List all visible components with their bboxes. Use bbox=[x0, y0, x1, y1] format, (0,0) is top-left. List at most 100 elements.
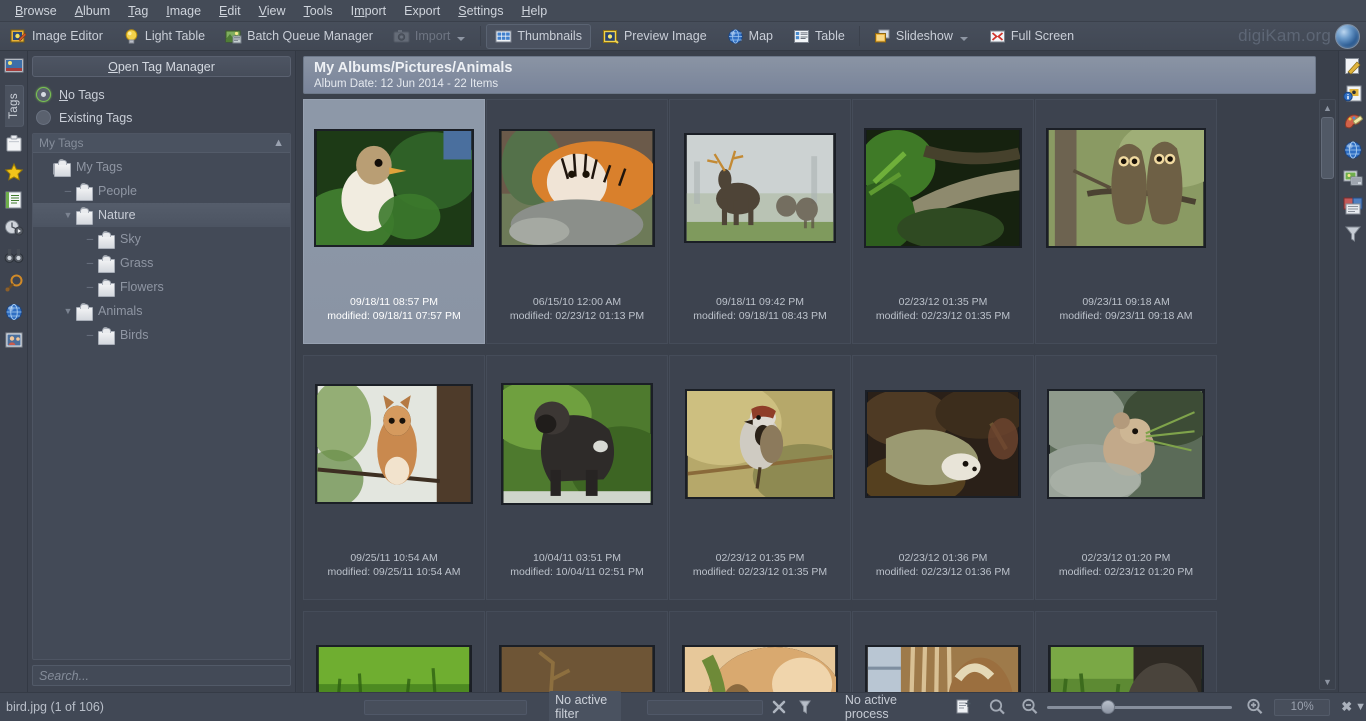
thumbnail-item[interactable]: 02/23/12 01:36 PM modified: 02/23/12 01:… bbox=[852, 355, 1034, 600]
zoom-slider[interactable] bbox=[1047, 699, 1233, 715]
zoom-100-icon[interactable] bbox=[987, 697, 1007, 717]
scroll-down-arrow-icon[interactable]: ▼ bbox=[1320, 674, 1335, 689]
chevron-down-icon[interactable] bbox=[457, 35, 466, 44]
tag-tree-header[interactable]: My Tags ▲ bbox=[33, 134, 290, 153]
toolbar-light-table[interactable]: Light Table bbox=[114, 24, 214, 49]
thumbnail-item[interactable]: 02/23/12 01:20 PM modified: 02/23/12 01:… bbox=[1035, 355, 1217, 600]
menu-item-settings[interactable]: Settings bbox=[449, 2, 512, 20]
menu-item-import[interactable]: Import bbox=[342, 2, 395, 20]
zoom-reset-x-icon[interactable]: ✖ bbox=[1341, 699, 1352, 715]
map-search-globe-icon[interactable] bbox=[3, 301, 25, 323]
toolbar-slideshow[interactable]: Slideshow bbox=[865, 24, 978, 49]
searches-binoculars-icon[interactable] bbox=[3, 245, 25, 267]
tag-tree-item[interactable]: My Tags bbox=[33, 155, 290, 179]
chevron-up-icon[interactable]: ▲ bbox=[273, 137, 284, 149]
captions-tags-icon[interactable] bbox=[1342, 167, 1364, 189]
tag-search-input[interactable]: Search... bbox=[32, 665, 291, 686]
thumbnail-item[interactable] bbox=[303, 611, 485, 692]
menu-item-image[interactable]: Image bbox=[157, 2, 210, 20]
tag-tree-item[interactable]: ─ People bbox=[33, 179, 290, 203]
fuzzy-search-icon[interactable] bbox=[3, 273, 25, 295]
toolbar-full-screen[interactable]: Full Screen bbox=[980, 24, 1083, 49]
x-clear-icon[interactable] bbox=[769, 697, 789, 717]
menu-item-edit[interactable]: Edit bbox=[210, 2, 250, 20]
tree-twisty-icon[interactable]: ▼ bbox=[61, 306, 75, 316]
tree-twisty-icon[interactable]: ▼ bbox=[61, 210, 75, 220]
thumbnail-item[interactable] bbox=[486, 611, 668, 692]
timeline-icon[interactable] bbox=[3, 217, 25, 239]
toolbar-map[interactable]: Map bbox=[718, 24, 782, 49]
thumbnail-item[interactable]: 09/18/11 08:57 PM modified: 09/18/11 07:… bbox=[303, 99, 485, 344]
tag-tree-item[interactable]: ─ Birds bbox=[33, 323, 290, 347]
tree-twisty-icon[interactable]: ─ bbox=[61, 186, 75, 196]
menu-item-view[interactable]: View bbox=[250, 2, 295, 20]
fit-to-window-icon[interactable] bbox=[954, 697, 974, 717]
thumbnail-item[interactable] bbox=[669, 611, 851, 692]
sidebar-tab-tags-label[interactable]: Tags bbox=[5, 85, 24, 127]
right-sidebar-strip bbox=[1338, 51, 1366, 692]
tag-tree-item[interactable]: ▼ Nature bbox=[33, 203, 290, 227]
funnel-icon[interactable] bbox=[795, 697, 815, 717]
toolbar-thumbnails[interactable]: Thumbnails bbox=[486, 23, 591, 49]
menu-item-tag[interactable]: Tag bbox=[119, 2, 157, 20]
thumbnail-item[interactable] bbox=[852, 611, 1034, 692]
icon-view-scrollbar[interactable]: ▲ ▼ bbox=[1319, 99, 1336, 690]
menu-item-tools[interactable]: Tools bbox=[294, 2, 341, 20]
filters-funnel-icon[interactable] bbox=[1342, 223, 1364, 245]
properties-pencil-icon[interactable] bbox=[1342, 55, 1364, 77]
thumbnail-item[interactable] bbox=[1035, 611, 1217, 692]
thumbnail-item[interactable]: 09/25/11 10:54 AM modified: 09/25/11 10:… bbox=[303, 355, 485, 600]
tree-twisty-icon[interactable]: ─ bbox=[83, 234, 97, 244]
tag-tree-item[interactable]: ─ Grass bbox=[33, 251, 290, 275]
people-icon[interactable] bbox=[3, 329, 25, 351]
zoom-level-field[interactable]: 10% bbox=[1274, 698, 1331, 716]
tree-twisty-icon[interactable]: ─ bbox=[83, 258, 97, 268]
tree-twisty-icon[interactable]: ─ bbox=[83, 330, 97, 340]
radio-row-no-tags[interactable]: No Tags bbox=[32, 83, 291, 106]
zoom-in-icon[interactable] bbox=[1245, 697, 1265, 717]
menu-item-album[interactable]: Album bbox=[66, 2, 119, 20]
thumbnail-icon-view[interactable]: 09/18/11 08:57 PM modified: 09/18/11 07:… bbox=[303, 99, 1316, 692]
open-tag-manager-button[interactable]: Open Tag Manager bbox=[32, 56, 291, 77]
albums-icon[interactable] bbox=[3, 55, 25, 77]
toolbar-preview-image[interactable]: Preview Image bbox=[593, 24, 716, 49]
thumbnail-item[interactable]: 10/04/11 03:51 PM modified: 10/04/11 02:… bbox=[486, 355, 668, 600]
scroll-up-arrow-icon[interactable]: ▲ bbox=[1320, 100, 1335, 115]
status-filter-field[interactable] bbox=[647, 699, 763, 715]
thumbnail-item[interactable]: 02/23/12 01:35 PM modified: 02/23/12 01:… bbox=[852, 99, 1034, 344]
tag-tree-item[interactable]: ─ Sky bbox=[33, 227, 290, 251]
tag-tree-item[interactable]: ▼ Animals bbox=[33, 299, 290, 323]
toolbar-image-editor[interactable]: Image Editor bbox=[1, 24, 112, 49]
geolocation-globe-icon[interactable] bbox=[1342, 139, 1364, 161]
radio-row-existing-tags[interactable]: Existing Tags bbox=[32, 106, 291, 129]
labels-star-icon[interactable] bbox=[3, 161, 25, 183]
thumbnail-date: 02/23/12 01:35 PM bbox=[715, 552, 805, 564]
radio-no-tags[interactable] bbox=[36, 87, 51, 102]
zoom-slider-handle[interactable] bbox=[1101, 700, 1116, 714]
zoom-spin-controls[interactable]: ✖ ▼ bbox=[1341, 699, 1366, 715]
menu-item-export[interactable]: Export bbox=[395, 2, 449, 20]
scrollbar-thumb[interactable] bbox=[1321, 117, 1334, 179]
metadata-info-icon[interactable] bbox=[1342, 83, 1364, 105]
thumbnail-item[interactable]: 02/23/12 01:35 PM modified: 02/23/12 01:… bbox=[669, 355, 851, 600]
menu-item-help[interactable]: Help bbox=[512, 2, 556, 20]
tags-icon[interactable] bbox=[3, 133, 25, 155]
chevron-down-icon[interactable] bbox=[959, 35, 969, 44]
chevron-down-icon[interactable]: ▼ bbox=[1355, 701, 1366, 713]
toolbar-batch-queue-manager[interactable]: Batch Queue Manager bbox=[216, 24, 382, 49]
tree-twisty-icon[interactable]: ─ bbox=[83, 282, 97, 292]
tag-tree-item[interactable]: ─ Flowers bbox=[33, 275, 290, 299]
toolbar-import[interactable]: Import bbox=[384, 24, 475, 49]
menu-item-browse[interactable]: Browse bbox=[6, 2, 66, 20]
tag-tree-item-label: My Tags bbox=[76, 160, 123, 174]
zoom-out-icon[interactable] bbox=[1020, 697, 1040, 717]
captions-icon[interactable] bbox=[3, 189, 25, 211]
versions-icon[interactable] bbox=[1342, 195, 1364, 217]
colors-icon[interactable] bbox=[1342, 111, 1364, 133]
thumbnail-item[interactable]: 06/15/10 12:00 AM modified: 02/23/12 01:… bbox=[486, 99, 668, 344]
toolbar-table[interactable]: Table bbox=[784, 24, 854, 49]
radio-existing-tags[interactable] bbox=[36, 110, 51, 125]
thumbnail-item[interactable]: 09/23/11 09:18 AM modified: 09/23/11 09:… bbox=[1035, 99, 1217, 344]
thumbnail-item[interactable]: 09/18/11 09:42 PM modified: 09/18/11 08:… bbox=[669, 99, 851, 344]
tag-tree-list[interactable]: My Tags ─ People ▼ Nature ─ Sky ─ Grass ─ Flowers ▼… bbox=[33, 153, 290, 659]
